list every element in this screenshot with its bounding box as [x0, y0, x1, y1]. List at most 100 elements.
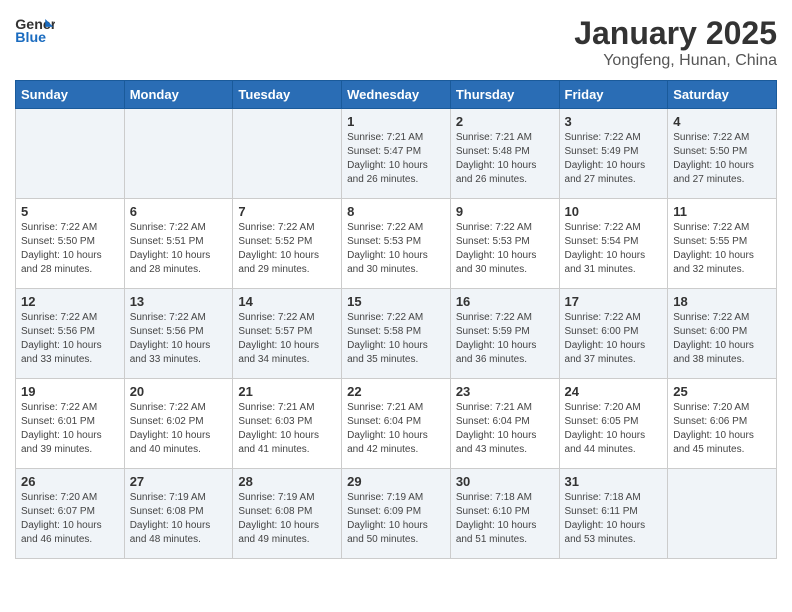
calendar-cell: 30 Sunrise: 7:18 AM Sunset: 6:10 PM Dayli… [450, 469, 559, 559]
day-number: 5 [21, 204, 119, 219]
day-info: Sunrise: 7:21 AM Sunset: 6:04 PM Dayligh… [456, 401, 554, 457]
title-area: January 2025 Yongfeng, Hunan, China [574, 15, 777, 70]
calendar-cell: 8 Sunrise: 7:22 AM Sunset: 5:53 PM Daylig… [342, 199, 451, 289]
day-number: 9 [456, 204, 554, 219]
calendar-cell: 14Sunrise: 7:22 AM Sunset: 5:57 PM Dayli… [233, 289, 342, 379]
calendar-cell: 24 Sunrise: 7:20 AM Sunset: 6:05 PM Dayli… [559, 379, 668, 469]
day-number: 27 [130, 474, 228, 489]
weekday-header: Monday [124, 81, 233, 109]
calendar-cell: 4 Sunrise: 7:22 AM Sunset: 5:50 PM Daylig… [668, 109, 777, 199]
day-info: Sunrise: 7:19 AM Sunset: 6:09 PM Dayligh… [347, 491, 445, 547]
weekday-header: Thursday [450, 81, 559, 109]
day-number: 3 [565, 114, 663, 129]
logo-icon: General Blue [15, 15, 55, 45]
day-info: Sunrise: 7:19 AM Sunset: 6:08 PM Dayligh… [130, 491, 228, 547]
calendar-cell: 18Sunrise: 7:22 AM Sunset: 6:00 PM Dayli… [668, 289, 777, 379]
calendar-cell [124, 109, 233, 199]
day-number: 21 [238, 384, 336, 399]
day-number: 24 [565, 384, 663, 399]
weekday-header: Friday [559, 81, 668, 109]
day-number: 22 [347, 384, 445, 399]
day-info: Sunrise: 7:22 AM Sunset: 5:49 PM Dayligh… [565, 131, 663, 187]
day-number: 6 [130, 204, 228, 219]
day-info: Sunrise: 7:22 AM Sunset: 5:53 PM Dayligh… [456, 221, 554, 277]
calendar-cell: 15 Sunrise: 7:22 AM Sunset: 5:58 PM Dayli… [342, 289, 451, 379]
day-number: 28 [238, 474, 336, 489]
calendar-week-row: 26 Sunrise: 7:20 AM Sunset: 6:07 PM Dayli… [16, 469, 777, 559]
day-info: Sunrise: 7:20 AM Sunset: 6:05 PM Dayligh… [565, 401, 663, 457]
calendar-cell [16, 109, 125, 199]
day-info: Sunrise: 7:21 AM Sunset: 5:47 PM Dayligh… [347, 131, 445, 187]
calendar-cell: 23Sunrise: 7:21 AM Sunset: 6:04 PM Dayli… [450, 379, 559, 469]
calendar-cell: 25Sunrise: 7:20 AM Sunset: 6:06 PM Dayli… [668, 379, 777, 469]
calendar-cell: 16Sunrise: 7:22 AM Sunset: 5:59 PM Dayli… [450, 289, 559, 379]
calendar-cell: 1 Sunrise: 7:21 AM Sunset: 5:47 PM Daylig… [342, 109, 451, 199]
day-number: 25 [673, 384, 771, 399]
day-info: Sunrise: 7:22 AM Sunset: 5:54 PM Dayligh… [565, 221, 663, 277]
day-info: Sunrise: 7:18 AM Sunset: 6:10 PM Dayligh… [456, 491, 554, 547]
calendar-cell: 13Sunrise: 7:22 AM Sunset: 5:56 PM Dayli… [124, 289, 233, 379]
day-info: Sunrise: 7:22 AM Sunset: 6:00 PM Dayligh… [565, 311, 663, 367]
calendar-cell: 19 Sunrise: 7:22 AM Sunset: 6:01 PM Dayli… [16, 379, 125, 469]
day-number: 10 [565, 204, 663, 219]
weekday-header: Saturday [668, 81, 777, 109]
logo: General Blue [15, 15, 55, 45]
day-number: 13 [130, 294, 228, 309]
day-number: 16 [456, 294, 554, 309]
day-info: Sunrise: 7:20 AM Sunset: 6:07 PM Dayligh… [21, 491, 119, 547]
calendar-cell: 21 Sunrise: 7:21 AM Sunset: 6:03 PM Dayli… [233, 379, 342, 469]
day-info: Sunrise: 7:21 AM Sunset: 6:03 PM Dayligh… [238, 401, 336, 457]
day-number: 17 [565, 294, 663, 309]
svg-text:Blue: Blue [15, 30, 46, 45]
day-number: 12 [21, 294, 119, 309]
calendar-week-row: 1 Sunrise: 7:21 AM Sunset: 5:47 PM Daylig… [16, 109, 777, 199]
day-info: Sunrise: 7:21 AM Sunset: 6:04 PM Dayligh… [347, 401, 445, 457]
day-info: Sunrise: 7:22 AM Sunset: 5:56 PM Dayligh… [21, 311, 119, 367]
calendar-cell: 11Sunrise: 7:22 AM Sunset: 5:55 PM Dayli… [668, 199, 777, 289]
day-number: 29 [347, 474, 445, 489]
weekday-header: Sunday [16, 81, 125, 109]
day-number: 2 [456, 114, 554, 129]
day-number: 18 [673, 294, 771, 309]
calendar-cell: 2 Sunrise: 7:21 AM Sunset: 5:48 PM Daylig… [450, 109, 559, 199]
day-number: 30 [456, 474, 554, 489]
calendar-cell: 7Sunrise: 7:22 AM Sunset: 5:52 PM Daylig… [233, 199, 342, 289]
calendar-cell: 3 Sunrise: 7:22 AM Sunset: 5:49 PM Daylig… [559, 109, 668, 199]
page-header: General Blue January 2025 Yongfeng, Huna… [15, 15, 777, 70]
day-info: Sunrise: 7:19 AM Sunset: 6:08 PM Dayligh… [238, 491, 336, 547]
day-info: Sunrise: 7:22 AM Sunset: 5:52 PM Dayligh… [238, 221, 336, 277]
day-number: 1 [347, 114, 445, 129]
calendar-cell: 17 Sunrise: 7:22 AM Sunset: 6:00 PM Dayli… [559, 289, 668, 379]
day-number: 8 [347, 204, 445, 219]
calendar-header: SundayMondayTuesdayWednesdayThursdayFrid… [16, 81, 777, 109]
calendar-cell: 12 Sunrise: 7:22 AM Sunset: 5:56 PM Dayli… [16, 289, 125, 379]
calendar-table: SundayMondayTuesdayWednesdayThursdayFrid… [15, 80, 777, 559]
weekday-header: Wednesday [342, 81, 451, 109]
day-info: Sunrise: 7:22 AM Sunset: 6:02 PM Dayligh… [130, 401, 228, 457]
day-info: Sunrise: 7:22 AM Sunset: 5:57 PM Dayligh… [238, 311, 336, 367]
day-number: 15 [347, 294, 445, 309]
month-title: January 2025 [574, 15, 777, 52]
day-number: 19 [21, 384, 119, 399]
day-number: 31 [565, 474, 663, 489]
calendar-cell: 31 Sunrise: 7:18 AM Sunset: 6:11 PM Dayli… [559, 469, 668, 559]
calendar-cell: 5 Sunrise: 7:22 AM Sunset: 5:50 PM Daylig… [16, 199, 125, 289]
calendar-week-row: 5 Sunrise: 7:22 AM Sunset: 5:50 PM Daylig… [16, 199, 777, 289]
day-number: 4 [673, 114, 771, 129]
calendar-cell: 6 Sunrise: 7:22 AM Sunset: 5:51 PM Daylig… [124, 199, 233, 289]
day-number: 26 [21, 474, 119, 489]
calendar-cell: 22 Sunrise: 7:21 AM Sunset: 6:04 PM Dayli… [342, 379, 451, 469]
day-info: Sunrise: 7:22 AM Sunset: 5:50 PM Dayligh… [21, 221, 119, 277]
day-info: Sunrise: 7:22 AM Sunset: 5:58 PM Dayligh… [347, 311, 445, 367]
day-info: Sunrise: 7:22 AM Sunset: 5:51 PM Dayligh… [130, 221, 228, 277]
day-info: Sunrise: 7:18 AM Sunset: 6:11 PM Dayligh… [565, 491, 663, 547]
calendar-cell: 20Sunrise: 7:22 AM Sunset: 6:02 PM Dayli… [124, 379, 233, 469]
day-info: Sunrise: 7:22 AM Sunset: 5:50 PM Dayligh… [673, 131, 771, 187]
day-info: Sunrise: 7:22 AM Sunset: 6:01 PM Dayligh… [21, 401, 119, 457]
calendar-cell [233, 109, 342, 199]
day-info: Sunrise: 7:21 AM Sunset: 5:48 PM Dayligh… [456, 131, 554, 187]
calendar-week-row: 19 Sunrise: 7:22 AM Sunset: 6:01 PM Dayli… [16, 379, 777, 469]
calendar-cell: 26 Sunrise: 7:20 AM Sunset: 6:07 PM Dayli… [16, 469, 125, 559]
day-info: Sunrise: 7:22 AM Sunset: 5:53 PM Dayligh… [347, 221, 445, 277]
calendar-week-row: 12 Sunrise: 7:22 AM Sunset: 5:56 PM Dayli… [16, 289, 777, 379]
